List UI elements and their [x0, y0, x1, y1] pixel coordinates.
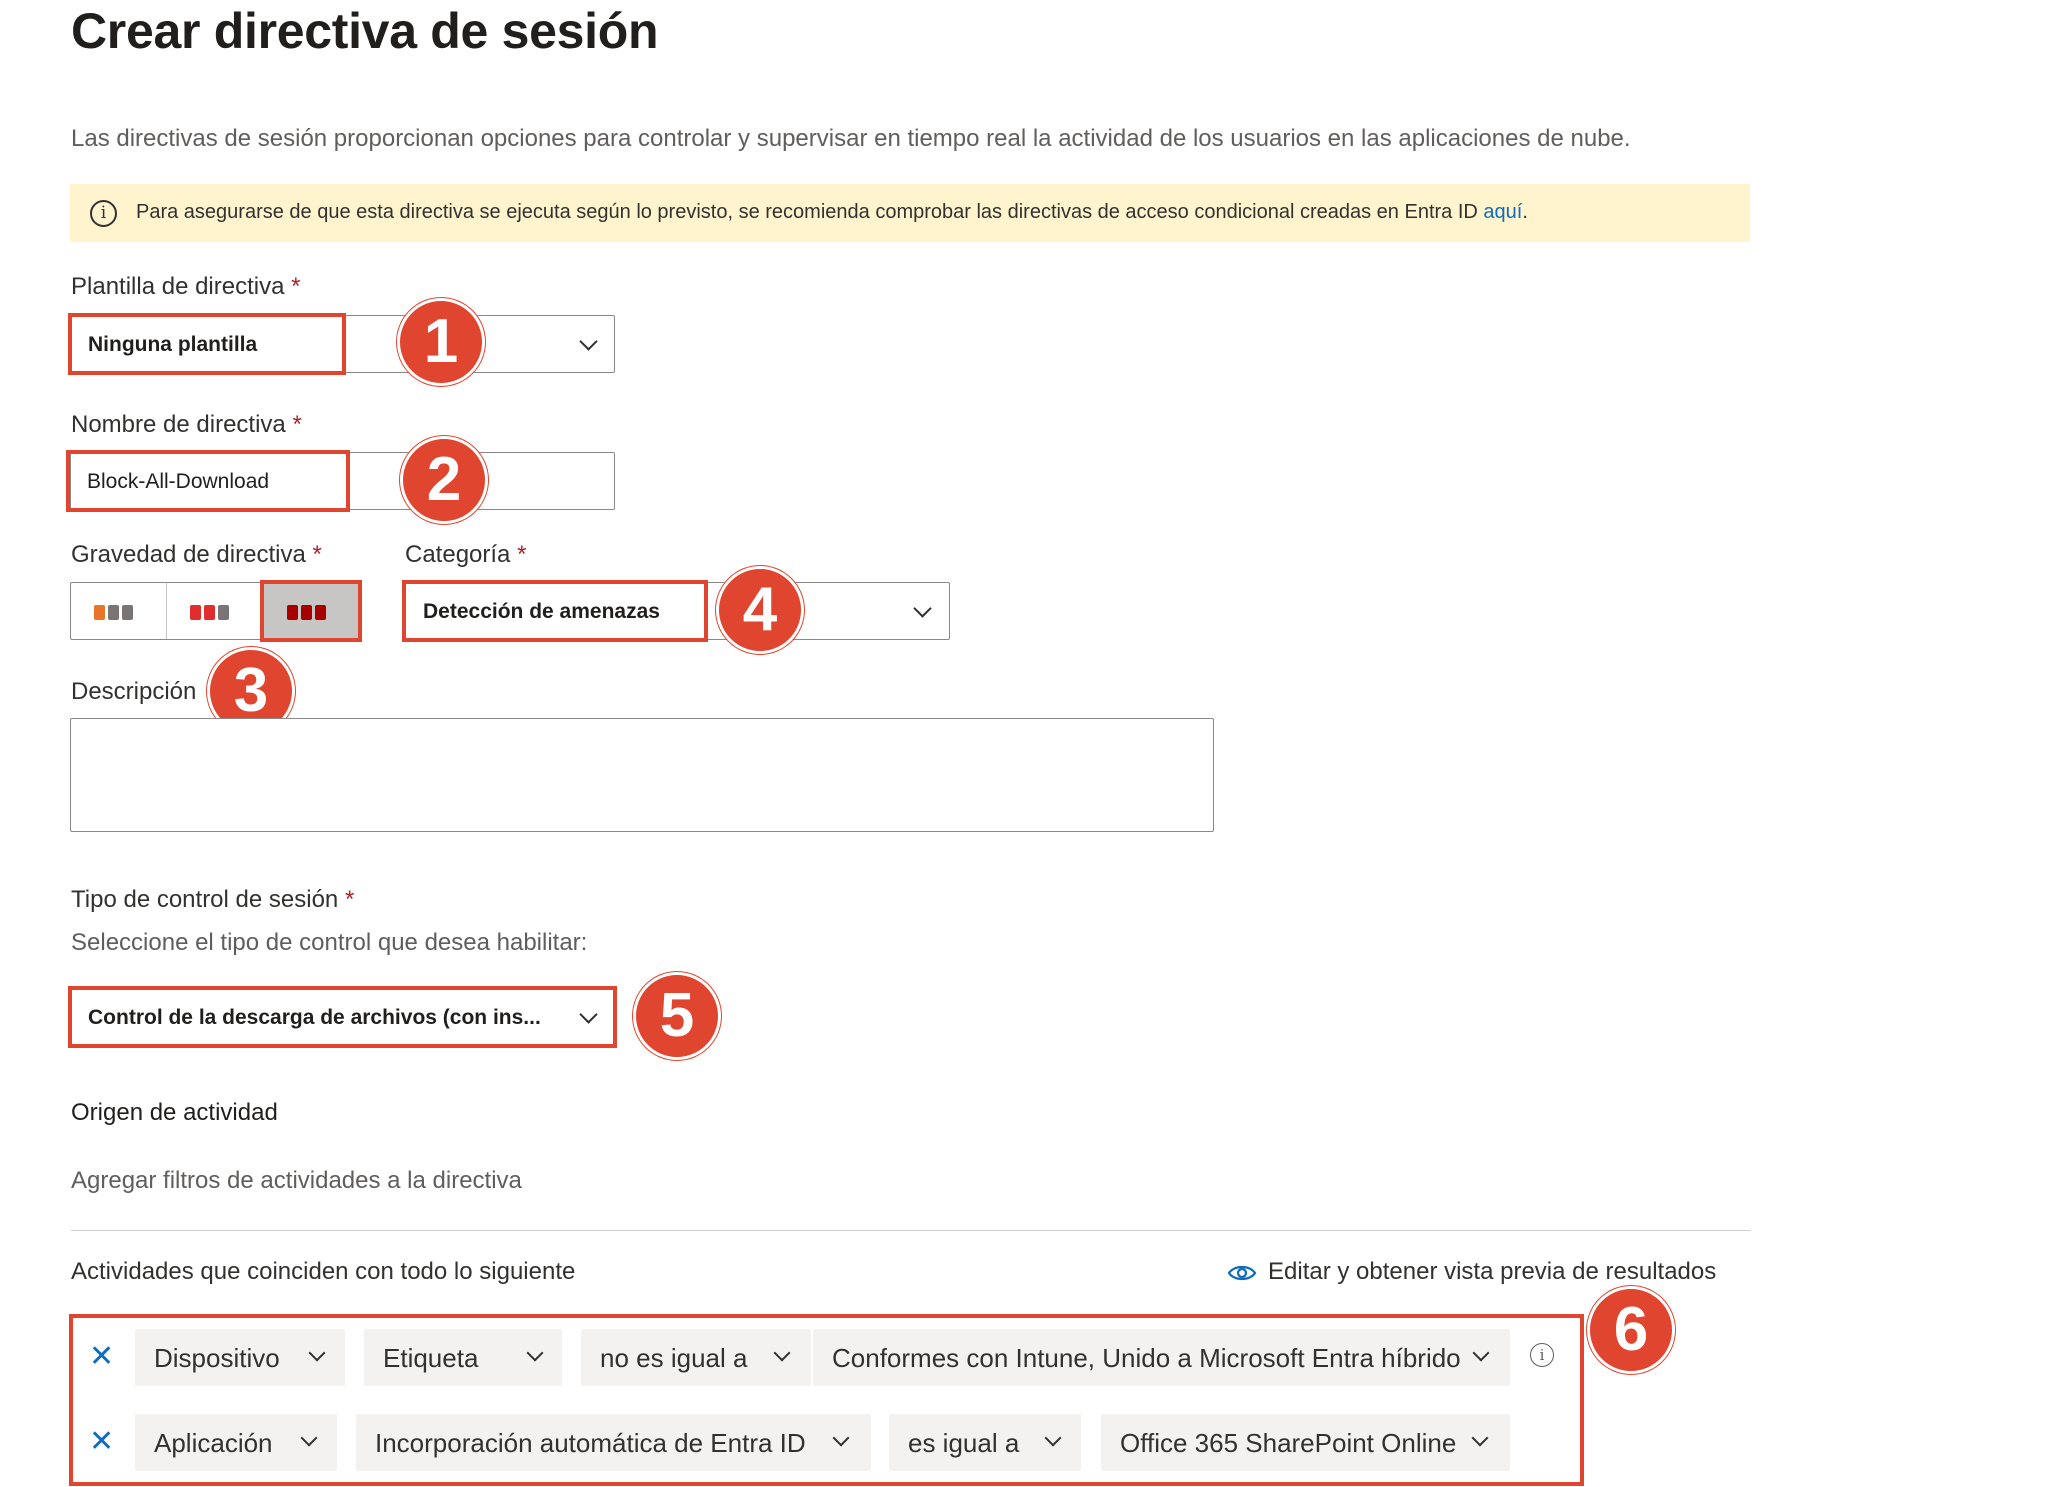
annotation-badge-6: 6	[1587, 1286, 1675, 1374]
severity-low-option[interactable]	[71, 583, 167, 639]
highlight-box-4	[402, 580, 708, 642]
highlight-box-5	[68, 986, 617, 1048]
chevron-down-icon	[579, 332, 598, 351]
session-control-label: Tipo de control de sesión *	[71, 886, 355, 913]
annotation-badge-4: 4	[716, 566, 804, 654]
description-label: Descripción	[71, 678, 197, 705]
severity-bar	[218, 605, 229, 620]
severity-bar	[122, 605, 133, 620]
severity-bar	[204, 605, 215, 620]
section-divider	[71, 1230, 1751, 1231]
preview-results-label: Editar y obtener vista previa de resulta…	[1268, 1258, 1717, 1285]
page-title: Crear directiva de sesión	[71, 3, 659, 59]
severity-bar	[108, 605, 119, 620]
highlight-box-3	[260, 580, 362, 642]
banner-link[interactable]: aquí	[1483, 201, 1522, 223]
highlight-box-1	[68, 313, 346, 375]
annotation-badge-1: 1	[397, 298, 485, 386]
banner-text: Para asegurarse de que esta directiva se…	[136, 201, 1528, 223]
description-textarea[interactable]	[70, 718, 1214, 832]
info-banner: i Para asegurarse de que esta directiva …	[70, 184, 1750, 242]
session-control-help: Seleccione el tipo de control que desea …	[71, 929, 588, 956]
highlight-box-6	[69, 1314, 1584, 1486]
severity-medium-option[interactable]	[167, 583, 263, 639]
activity-filters-link[interactable]: Agregar filtros de actividades a la dire…	[71, 1167, 522, 1195]
annotation-badge-2: 2	[400, 436, 488, 524]
policy-name-label: Nombre de directiva *	[71, 411, 302, 438]
severity-label: Gravedad de directiva *	[71, 541, 322, 568]
chevron-down-icon	[913, 599, 932, 618]
template-label: Plantilla de directiva *	[71, 273, 301, 300]
info-icon: i	[90, 200, 117, 227]
page-description: Las directivas de sesión proporcionan op…	[71, 125, 1631, 152]
activities-heading: Actividades que coinciden con todo lo si…	[71, 1258, 576, 1285]
category-label: Categoría *	[405, 541, 527, 568]
annotation-badge-5: 5	[633, 972, 721, 1060]
eye-icon	[1227, 1265, 1257, 1281]
severity-bar	[190, 605, 201, 620]
highlight-box-2	[66, 450, 350, 512]
severity-bar	[94, 605, 105, 620]
activity-source-heading: Origen de actividad	[71, 1099, 278, 1126]
